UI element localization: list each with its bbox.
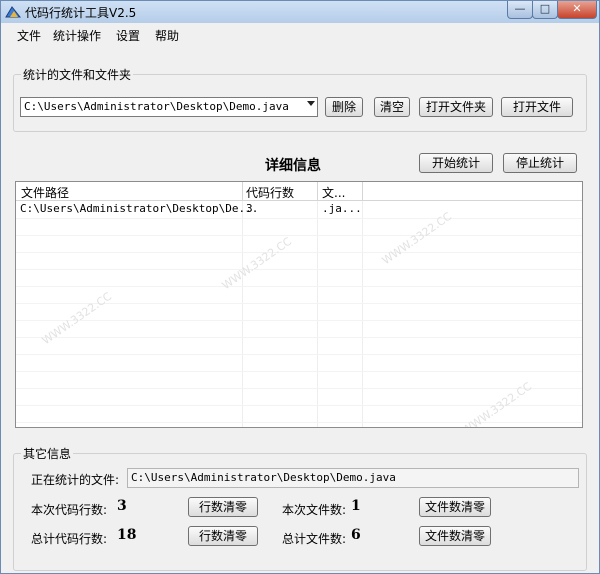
current-file-label: 正在统计的文件:: [31, 473, 120, 487]
app-window: 代码行统计工具V2.5 — □ ✕ 文件 统计操作 设置 帮助 统计的文件和文件…: [0, 0, 600, 574]
app-logo-icon: [5, 6, 21, 18]
details-title: 详细信息: [265, 158, 321, 174]
stop-count-button[interactable]: 停止统计: [503, 153, 577, 173]
cell-file-path: C:\Users\Administrator\Desktop\De...: [20, 202, 259, 215]
column-header-lines[interactable]: 代码行数: [246, 184, 294, 201]
delete-button[interactable]: 删除: [325, 97, 363, 117]
close-button[interactable]: ✕: [557, 1, 597, 19]
total-lines-label: 总计代码行数:: [31, 532, 108, 546]
reset-total-lines-button[interactable]: 行数清零: [188, 526, 258, 546]
column-divider[interactable]: [242, 182, 243, 200]
open-file-button[interactable]: 打开文件: [501, 97, 573, 117]
total-lines-value: 18: [117, 527, 137, 543]
watermark: WWW.3322.CC: [219, 234, 295, 293]
column-header-type[interactable]: 文...: [322, 184, 345, 201]
total-files-value: 6: [351, 527, 361, 543]
cell-file-type: .ja...: [322, 202, 362, 215]
reset-this-lines-button[interactable]: 行数清零: [188, 497, 258, 517]
grid-line: [16, 269, 582, 270]
this-files-value: 1: [351, 498, 361, 514]
watermark: WWW.3322.CC: [39, 289, 115, 348]
other-info-label: 其它信息: [21, 445, 74, 462]
cell-line-count: 3: [246, 202, 253, 215]
minimize-button[interactable]: —: [507, 1, 533, 19]
column-divider[interactable]: [317, 182, 318, 200]
window-title: 代码行统计工具V2.5: [25, 6, 137, 20]
open-folder-button[interactable]: 打开文件夹: [419, 97, 493, 117]
maximize-button[interactable]: □: [532, 1, 558, 19]
grid-line: [16, 235, 582, 236]
this-files-label: 本次文件数:: [282, 503, 347, 517]
total-files-label: 总计文件数:: [282, 532, 347, 546]
menu-file[interactable]: 文件: [17, 27, 41, 44]
reset-this-files-button[interactable]: 文件数清零: [419, 497, 491, 517]
grid-line: [16, 422, 582, 423]
grid-line: [16, 337, 582, 338]
details-table[interactable]: 文件路径 代码行数 文... C:\Users\Administrator\De…: [15, 181, 583, 428]
current-file-value: C:\Users\Administrator\Desktop\Demo.java: [131, 471, 396, 484]
reset-total-files-button[interactable]: 文件数清零: [419, 526, 491, 546]
menu-help[interactable]: 帮助: [155, 27, 179, 44]
column-divider[interactable]: [362, 182, 363, 200]
start-count-button[interactable]: 开始统计: [419, 153, 493, 173]
this-lines-value: 3: [117, 498, 127, 514]
files-group-label: 统计的文件和文件夹: [21, 66, 134, 83]
grid-line: [16, 388, 582, 389]
file-path-combobox[interactable]: C:\Users\Administrator\Desktop\Demo.java: [20, 97, 318, 117]
clear-button[interactable]: 清空: [374, 97, 410, 117]
menu-count-ops[interactable]: 统计操作: [53, 27, 101, 44]
grid-line: [16, 354, 582, 355]
file-path-value: C:\Users\Administrator\Desktop\Demo.java: [24, 100, 289, 113]
grid-line: [16, 286, 582, 287]
column-header-path[interactable]: 文件路径: [21, 184, 69, 201]
grid-line: [16, 252, 582, 253]
watermark: WWW.3322.CC: [459, 379, 535, 428]
menu-bar: 文件 统计操作 设置 帮助: [1, 23, 599, 44]
table-header: 文件路径 代码行数 文...: [16, 182, 582, 201]
grid-line: [16, 320, 582, 321]
menu-settings[interactable]: 设置: [116, 27, 140, 44]
title-bar[interactable]: 代码行统计工具V2.5 — □ ✕: [1, 1, 599, 23]
grid-line: [16, 218, 582, 219]
this-lines-label: 本次代码行数:: [31, 503, 108, 517]
current-file-field: C:\Users\Administrator\Desktop\Demo.java: [127, 468, 579, 488]
grid-line: [16, 371, 582, 372]
chevron-down-icon[interactable]: [307, 101, 315, 106]
